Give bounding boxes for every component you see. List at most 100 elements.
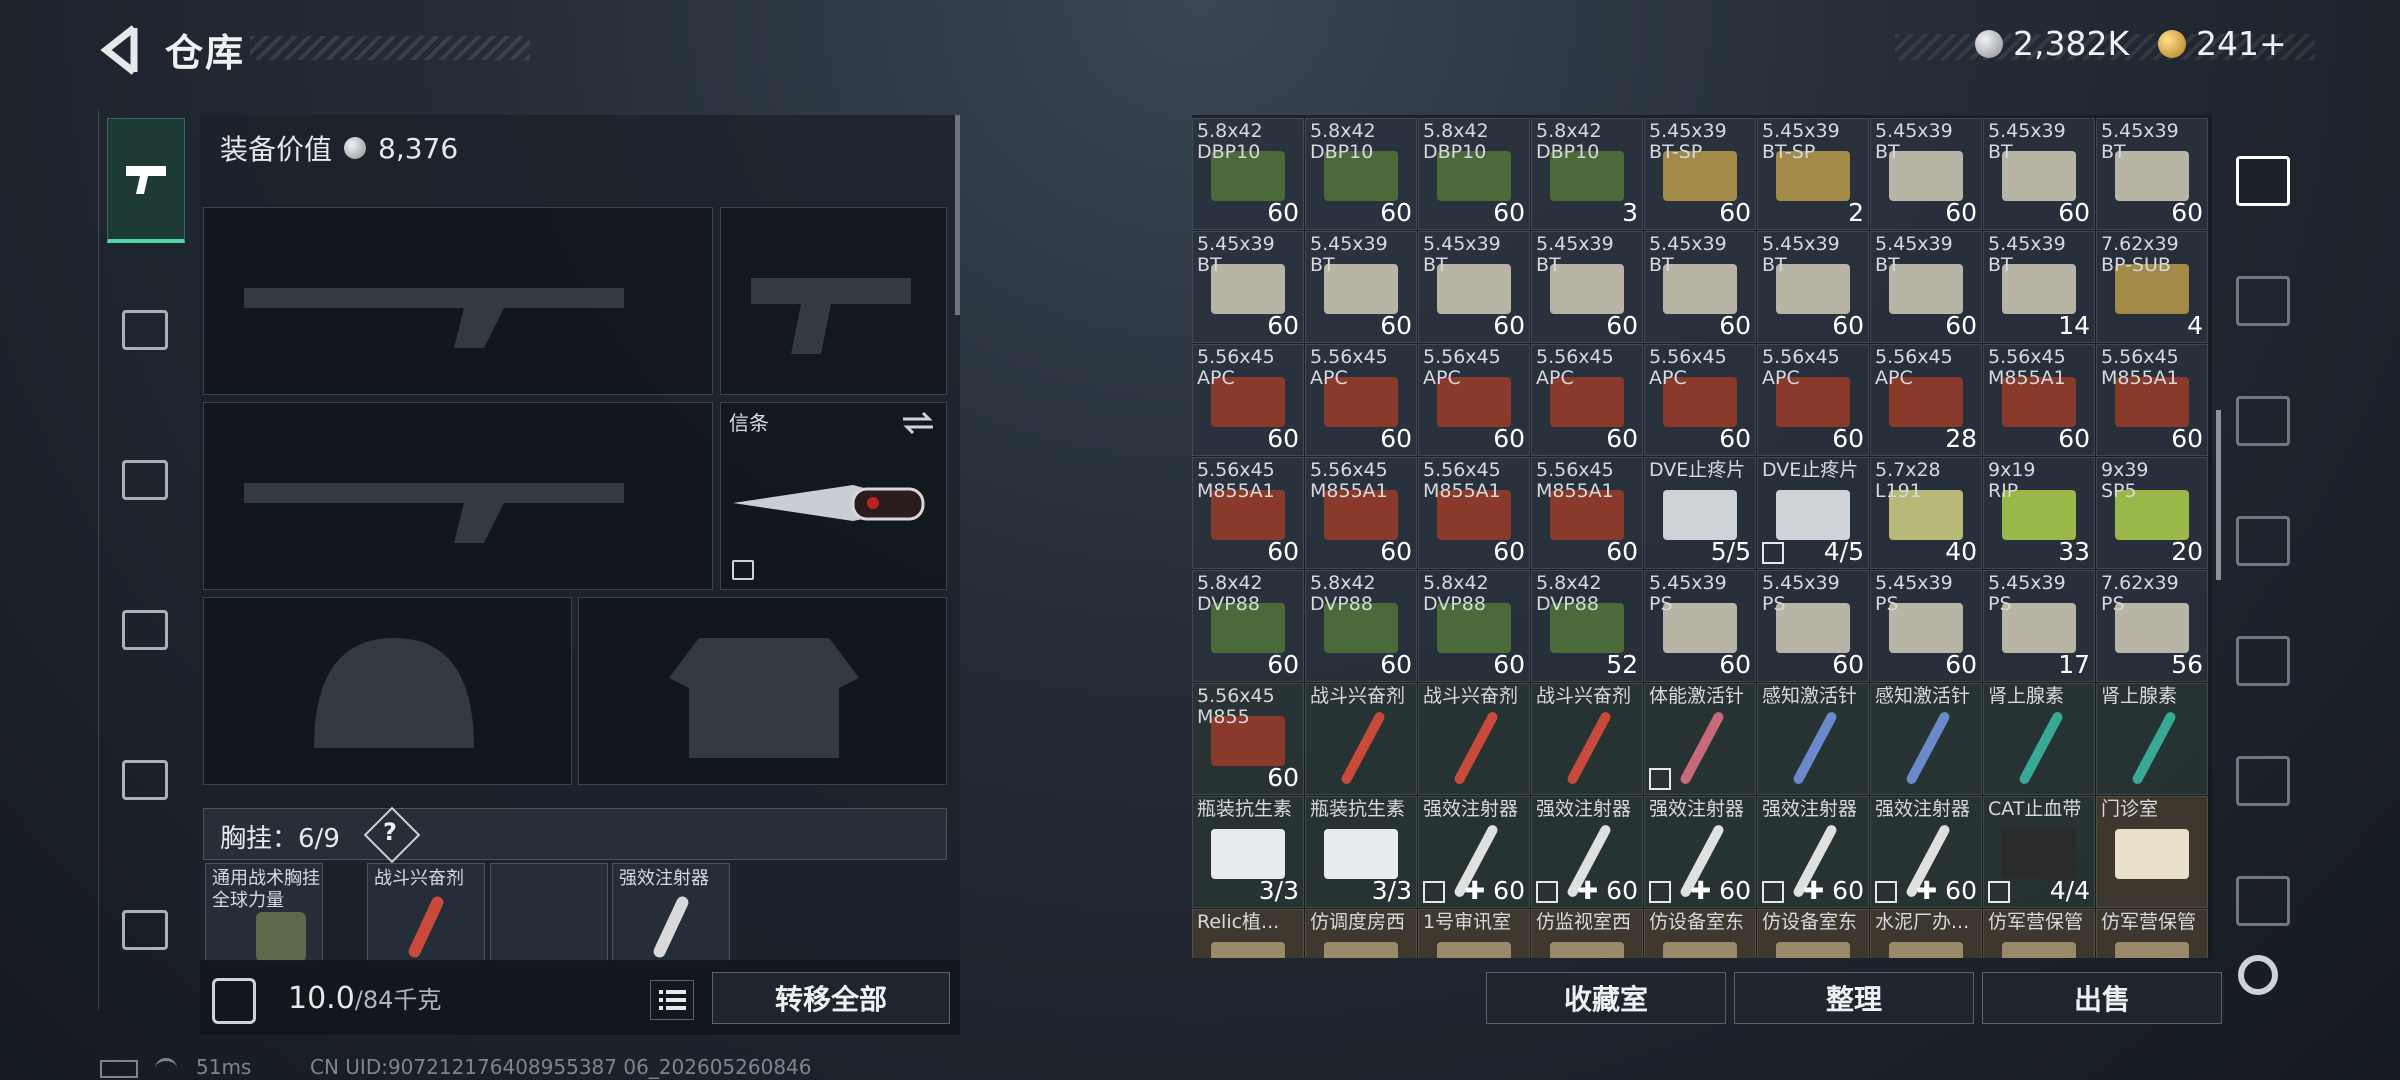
rail-toolbox[interactable]	[107, 870, 183, 990]
stash-scrollbar[interactable]	[2216, 410, 2221, 580]
stash-item[interactable]: 5.56x45 M855A1 60	[1418, 457, 1530, 569]
stash-item[interactable]: 仿设备室东	[1644, 909, 1756, 958]
stash-item[interactable]: CAT止血带 4/4	[1983, 796, 2095, 908]
stash-item[interactable]: 强效注射器 ✚ 60	[1531, 796, 1643, 908]
primary-weapon-slot[interactable]	[203, 207, 713, 395]
collection-room-button[interactable]: 收藏室	[1486, 972, 1726, 1024]
stash-item[interactable]: 5.45x39 BT 60	[1644, 231, 1756, 343]
stash-item[interactable]: 强效注射器 ✚ 60	[1644, 796, 1756, 908]
stash-item[interactable]: 5.56x45 M855A1 60	[1983, 344, 2095, 456]
stash-tab-iii-icon[interactable]	[2236, 876, 2290, 926]
chest-rig-slot[interactable]: 通用战术胸挂 全球力量	[205, 863, 323, 965]
stash-item[interactable]: Relic植...	[1192, 909, 1304, 958]
stash-item[interactable]: 仿军营保管	[2096, 909, 2208, 958]
stash-item[interactable]: 5.45x39 PS 60	[1757, 570, 1869, 682]
back-arrow-icon[interactable]	[96, 22, 146, 78]
stash-item[interactable]: 1号审讯室	[1418, 909, 1530, 958]
stash-item[interactable]: 5.8x42 DVP88 52	[1531, 570, 1643, 682]
stash-item[interactable]: 仿监视室西	[1531, 909, 1643, 958]
chest-rig-item-slot[interactable]: 强效注射器	[612, 863, 730, 965]
stash-item[interactable]: 强效注射器 ✚ 60	[1418, 796, 1530, 908]
stash-item[interactable]: 战斗兴奋剂	[1305, 683, 1417, 795]
stash-item[interactable]: 5.45x39 BT 60	[2096, 118, 2208, 230]
stash-item[interactable]: 5.8x42 DBP10 60	[1418, 118, 1530, 230]
stash-item[interactable]: 5.56x45 APC 60	[1305, 344, 1417, 456]
stash-item[interactable]: 5.8x42 DVP88 60	[1418, 570, 1530, 682]
stash-item[interactable]: 5.45x39 BT 60	[1192, 231, 1304, 343]
helmet-slot[interactable]	[203, 597, 572, 785]
loadout-scrollbar[interactable]	[955, 115, 960, 315]
stash-item[interactable]: 水泥厂办...	[1870, 909, 1982, 958]
secondary-weapon-slot[interactable]	[203, 402, 713, 590]
rail-vests[interactable]	[107, 270, 183, 390]
stash-item[interactable]: 5.56x45 M855 60	[1192, 683, 1304, 795]
stash-item[interactable]: 战斗兴奋剂	[1418, 683, 1530, 795]
stash-item[interactable]: 5.45x39 BT 60	[1870, 231, 1982, 343]
stash-item[interactable]: 9x19 RIP 33	[1983, 457, 2095, 569]
stash-home-icon[interactable]	[2236, 156, 2290, 206]
chest-rig-item-slot[interactable]: 战斗兴奋剂	[367, 863, 485, 965]
gold-currency[interactable]: 241+	[2158, 24, 2287, 63]
stash-item[interactable]: 5.45x39 BT 60	[1870, 118, 1982, 230]
stash-item[interactable]: 5.45x39 BT-SP 2	[1757, 118, 1869, 230]
stash-item[interactable]: 门诊室	[2096, 796, 2208, 908]
swap-icon[interactable]	[901, 409, 935, 437]
pistol-slot[interactable]	[720, 207, 947, 395]
stash-item[interactable]: 仿调度房西	[1305, 909, 1417, 958]
armor-slot[interactable]	[578, 597, 947, 785]
stash-tab-iii-icon[interactable]	[2236, 636, 2290, 686]
stash-item[interactable]: 强效注射器 ✚ 60	[1757, 796, 1869, 908]
stash-item[interactable]: 5.56x45 APC 60	[1757, 344, 1869, 456]
stash-item[interactable]: 5.45x39 PS 60	[1870, 570, 1982, 682]
stash-item[interactable]: 瓶装抗生素 3/3	[1305, 796, 1417, 908]
stash-tab-iv-icon[interactable]	[2236, 276, 2290, 326]
rail-backpacks[interactable]	[107, 420, 183, 540]
stash-item[interactable]: 仿设备室东	[1757, 909, 1869, 958]
rail-cases[interactable]	[107, 720, 183, 840]
stash-tab-iii-icon[interactable]	[2236, 756, 2290, 806]
stash-item[interactable]: 5.8x42 DVP88 60	[1192, 570, 1304, 682]
stash-item[interactable]: 5.56x45 APC 60	[1192, 344, 1304, 456]
stash-item[interactable]: 5.45x39 PS 17	[1983, 570, 2095, 682]
stash-item[interactable]: 7.62x39 BP-SUB 4	[2096, 231, 2208, 343]
stash-item[interactable]: 5.8x42 DBP10 60	[1192, 118, 1304, 230]
stash-item[interactable]: 强效注射器 ✚ 60	[1870, 796, 1982, 908]
stash-item[interactable]: 5.56x45 M855A1 60	[1305, 457, 1417, 569]
stash-tab-iv-gear-icon[interactable]	[2236, 516, 2290, 566]
stash-item[interactable]: 5.56x45 APC 60	[1531, 344, 1643, 456]
rail-weapons[interactable]	[107, 118, 185, 243]
stash-item[interactable]: 战斗兴奋剂	[1531, 683, 1643, 795]
stash-item[interactable]: 感知激活针	[1757, 683, 1869, 795]
stash-item[interactable]: 5.56x45 M855A1 60	[1531, 457, 1643, 569]
stash-item[interactable]: 感知激活针	[1870, 683, 1982, 795]
chest-rig-empty-slot[interactable]	[490, 863, 608, 965]
stash-item[interactable]: 5.56x45 M855A1 60	[1192, 457, 1304, 569]
stash-item[interactable]: 5.45x39 BT 60	[1531, 231, 1643, 343]
stash-item[interactable]: 5.45x39 BT 14	[1983, 231, 2095, 343]
stash-item[interactable]: 7.62x39 PS 56	[2096, 570, 2208, 682]
stash-item[interactable]: 5.56x45 M855A1 60	[2096, 344, 2208, 456]
stash-item[interactable]: 瓶装抗生素 3/3	[1192, 796, 1304, 908]
stash-item[interactable]: 5.7x28 L191 40	[1870, 457, 1982, 569]
stash-item[interactable]: 5.8x42 DBP10 3	[1531, 118, 1643, 230]
list-view-icon[interactable]	[650, 980, 694, 1020]
stash-item[interactable]: 肾上腺素	[1983, 683, 2095, 795]
melee-slot[interactable]: 信条	[720, 402, 947, 590]
stash-item[interactable]: 5.56x45 APC 28	[1870, 344, 1982, 456]
rail-bags[interactable]	[107, 570, 183, 690]
sell-button[interactable]: 出售	[1982, 972, 2222, 1024]
stash-item[interactable]: 5.56x45 APC 60	[1644, 344, 1756, 456]
stash-item[interactable]: 5.45x39 BT 60	[1418, 231, 1530, 343]
stash-item[interactable]: 5.56x45 APC 60	[1418, 344, 1530, 456]
stash-item[interactable]: DVE止疼片 5/5	[1644, 457, 1756, 569]
stash-item[interactable]: 肾上腺素	[2096, 683, 2208, 795]
stash-item[interactable]: 5.45x39 BT 60	[1305, 231, 1417, 343]
stash-item[interactable]: 5.45x39 BT-SP 60	[1644, 118, 1756, 230]
stash-item[interactable]: 9x39 SP5 20	[2096, 457, 2208, 569]
stash-item[interactable]: 5.45x39 BT 60	[1983, 118, 2095, 230]
stash-item[interactable]: 5.8x42 DVP88 60	[1305, 570, 1417, 682]
stash-item[interactable]: 仿军营保管	[1983, 909, 2095, 958]
stash-item[interactable]: 5.45x39 PS 60	[1644, 570, 1756, 682]
stash-item[interactable]: 体能激活针	[1644, 683, 1756, 795]
stash-item[interactable]: 5.45x39 BT 60	[1757, 231, 1869, 343]
